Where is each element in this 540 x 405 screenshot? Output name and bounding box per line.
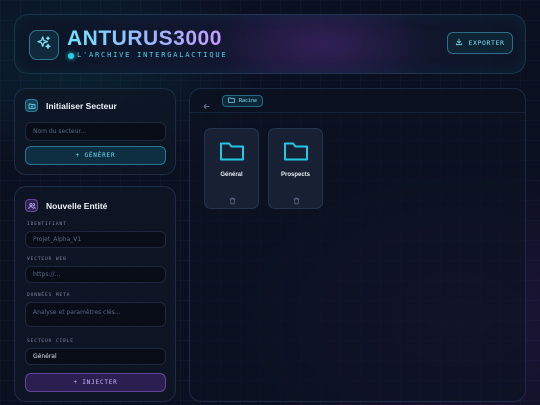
web-vector-label: VECTEUR WEB xyxy=(27,257,67,262)
app-subtitle: L'ARCHIVE INTERGALACTIQUE xyxy=(77,51,228,59)
folder-card-prospects[interactable]: Prospects xyxy=(268,128,323,209)
meta-data-label: DONNÉES META xyxy=(27,293,71,298)
inject-button[interactable]: + INJECTER xyxy=(25,373,166,392)
folder-name: Prospects xyxy=(280,172,310,178)
sparkles-icon xyxy=(36,35,52,55)
folder-card-general[interactable]: Général xyxy=(204,128,259,209)
entity-panel: Nouvelle Entité IDENTIFIANT Projet_Alpha… xyxy=(14,186,176,402)
web-vector-placeholder: https://... xyxy=(33,271,61,278)
sector-panel: Initialiser Secteur Nom du secteur... + … xyxy=(14,88,176,175)
breadcrumb-root[interactable]: Racine xyxy=(222,95,264,107)
generate-button[interactable]: + GÉNÉRER xyxy=(25,146,166,165)
meta-data-textarea[interactable]: Analyse et paramètres clés... xyxy=(25,302,166,327)
download-icon xyxy=(455,38,463,48)
sector-name-input[interactable]: Nom du secteur... xyxy=(25,122,166,141)
meta-data-placeholder: Analyse et paramètres clés... xyxy=(33,309,121,316)
users-icon xyxy=(25,199,38,212)
identifier-placeholder: Projet_Alpha_V1 xyxy=(33,236,82,243)
web-vector-input[interactable]: https://... xyxy=(25,266,166,283)
entity-panel-title: Nouvelle Entité xyxy=(46,200,108,211)
export-label: EXPORTER xyxy=(468,39,505,47)
status-dot xyxy=(68,53,74,59)
target-sector-value: Général xyxy=(33,353,57,360)
folder-icon xyxy=(228,97,235,105)
export-button[interactable]: EXPORTER xyxy=(447,32,513,54)
app-title: ANTURUS3000 xyxy=(67,27,222,50)
folder-name: Général xyxy=(220,172,243,178)
sector-name-placeholder: Nom du secteur... xyxy=(33,128,87,135)
sector-panel-title: Initialiser Secteur xyxy=(46,100,117,111)
identifier-input[interactable]: Projet_Alpha_V1 xyxy=(25,231,166,248)
logo-badge xyxy=(29,30,59,60)
explorer-panel: Racine Général Prospects xyxy=(189,88,526,402)
explorer-toolbar: Racine xyxy=(190,89,525,113)
arrow-left-icon[interactable] xyxy=(202,96,211,115)
target-sector-label: SECTEUR CIBLE xyxy=(27,339,74,344)
breadcrumb-label: Racine xyxy=(239,98,258,104)
trash-icon[interactable] xyxy=(293,190,300,209)
identifier-label: IDENTIFIANT xyxy=(27,222,67,227)
folder-plus-icon xyxy=(25,99,38,112)
app-header: ANTURUS3000 L'ARCHIVE INTERGALACTIQUE EX… xyxy=(14,14,526,74)
target-sector-select[interactable]: Général xyxy=(25,348,166,365)
trash-icon[interactable] xyxy=(229,190,236,209)
folder-icon xyxy=(283,140,309,166)
folder-icon xyxy=(219,140,245,166)
